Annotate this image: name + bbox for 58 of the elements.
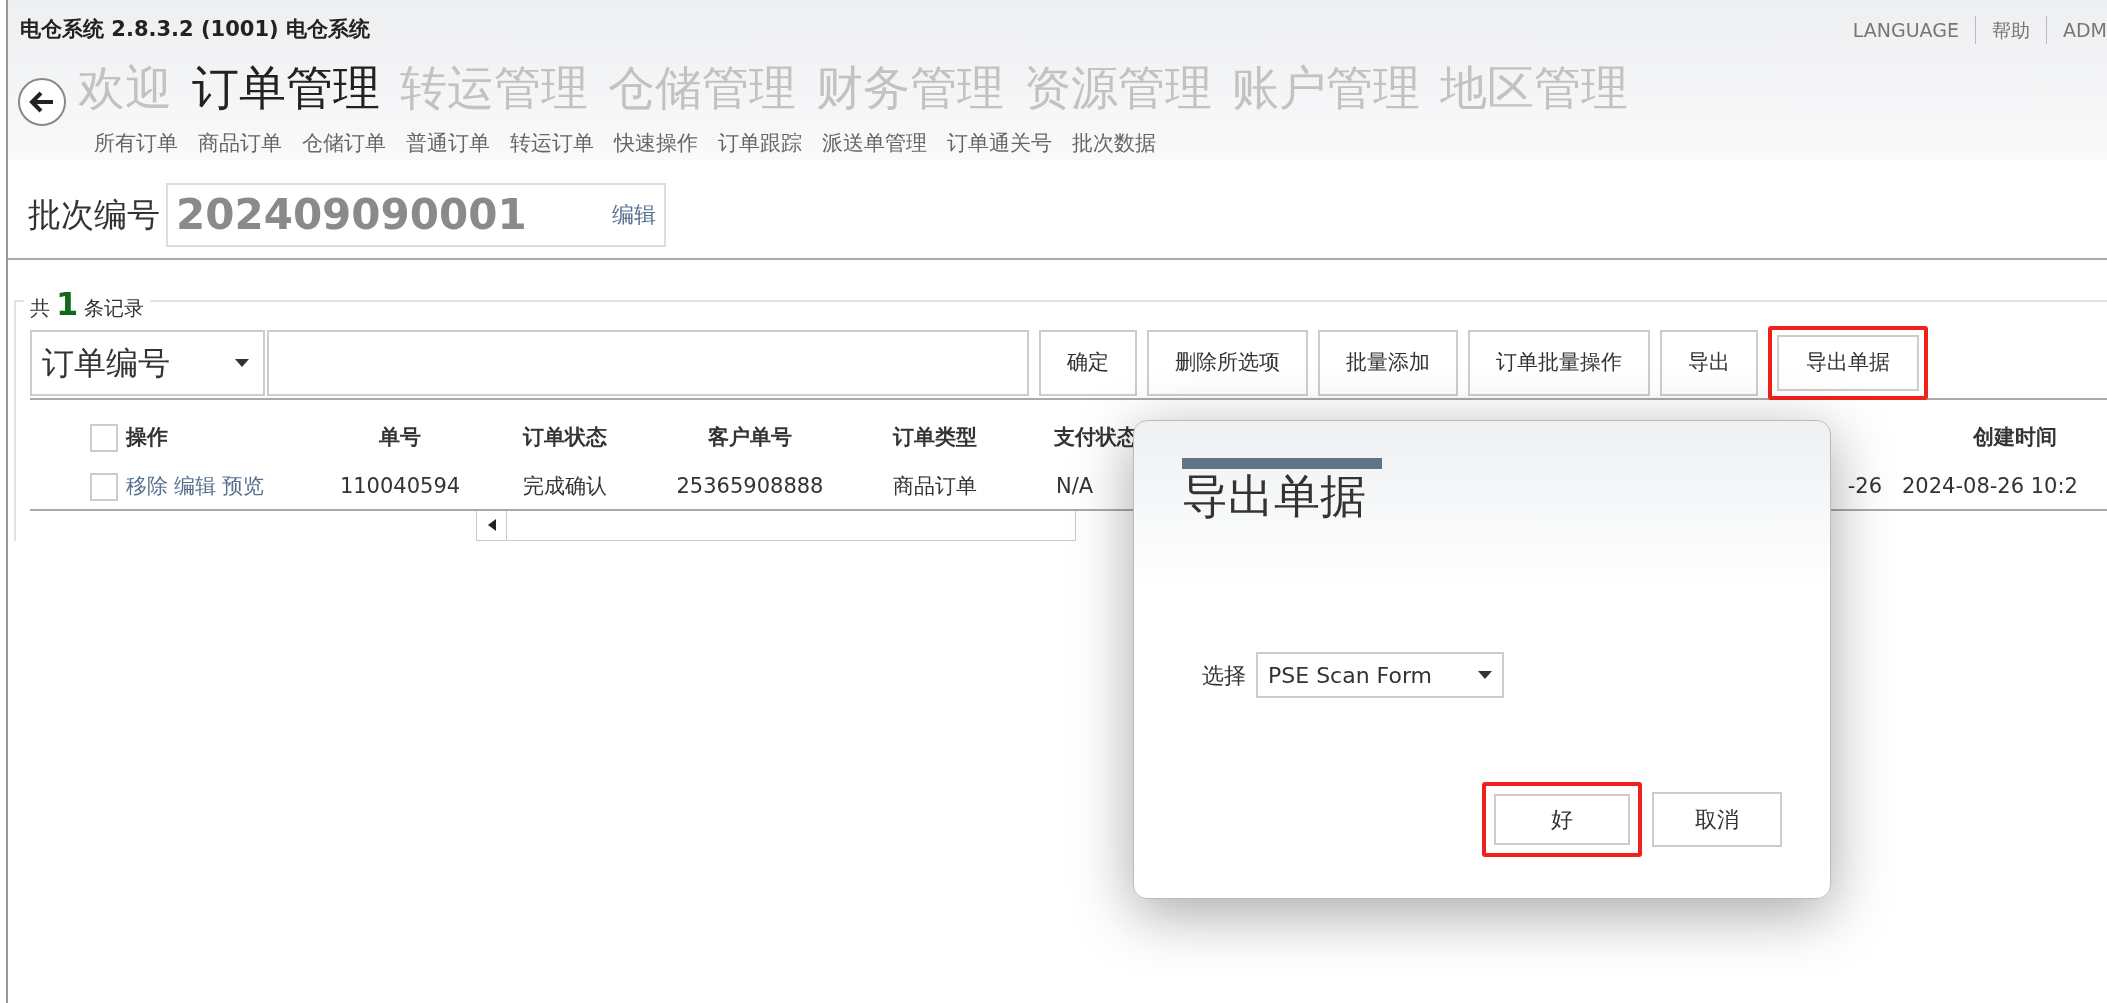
column-header: 客户单号 (708, 424, 792, 449)
subnav-link[interactable]: 派送单管理 (822, 128, 927, 160)
column-header: 操作 (126, 424, 168, 449)
subnav-link[interactable]: 订单跟踪 (718, 128, 802, 160)
subnav-link[interactable]: 商品订单 (198, 128, 282, 160)
table-cell: 2024-08-26 10:2 (1902, 474, 2078, 499)
dialog-title: 导出单据 (1182, 469, 1367, 525)
edit-link[interactable]: 编辑 (612, 198, 656, 231)
header-link[interactable]: LANGUAGE (1836, 15, 1975, 45)
toolbar-button[interactable]: 导出单据 (1768, 325, 1928, 400)
subnav-link[interactable]: 批次数据 (1072, 128, 1156, 160)
field-select[interactable]: 订单编号 (30, 329, 265, 396)
subnav-link[interactable]: 快速操作 (614, 128, 698, 160)
subnav-link[interactable]: 普通订单 (406, 128, 490, 160)
checkbox[interactable] (90, 473, 118, 502)
checkbox[interactable] (90, 423, 118, 452)
table-cell: 商品订单 (893, 474, 977, 499)
subnav-link[interactable]: 转运订单 (510, 128, 594, 160)
column-header: 订单状态 (523, 424, 607, 449)
subnav-link[interactable]: 仓储订单 (302, 128, 386, 160)
caret-icon (1478, 671, 1492, 680)
record-count-label: 条记录 (84, 294, 145, 321)
column-header: 订单类型 (893, 424, 977, 449)
subnav-link[interactable]: 所有订单 (94, 128, 178, 160)
action-link[interactable]: 移除 (126, 471, 168, 503)
window-title: 电仓系统 2.8.3.2 (1001) 电仓系统 (20, 16, 370, 44)
column-header: 创建时间 (1973, 424, 2057, 449)
table-cell: -26 (1847, 474, 1882, 499)
toolbar-button[interactable]: 确定 (1039, 329, 1137, 396)
table-cell: 110040594 (339, 474, 461, 499)
back-button[interactable] (18, 78, 66, 126)
dialog-button[interactable]: 好 (1482, 782, 1642, 858)
batch-label: 批次编号 (28, 193, 160, 236)
header-link[interactable]: 帮助 (1974, 15, 2046, 45)
dialog-button[interactable]: 取消 (1652, 792, 1782, 848)
nav-tab[interactable]: 订单管理 (192, 60, 380, 117)
toolbar-button[interactable]: 删除所选项 (1147, 329, 1308, 396)
left-triangle-icon (487, 519, 496, 531)
subnav-link[interactable]: 订单通关号 (947, 128, 1052, 160)
table-cell: 25365908888 (676, 474, 824, 499)
table-cell: 完成确认 (523, 474, 607, 499)
back-arrow-icon (29, 91, 55, 113)
toolbar-button[interactable]: 导出 (1660, 329, 1758, 396)
record-count: 1 (56, 283, 79, 324)
form-select[interactable]: PSE Scan Form (1256, 652, 1504, 699)
header-link[interactable]: ADM (2045, 15, 2107, 45)
toolbar-button[interactable]: 批量添加 (1318, 329, 1458, 396)
horizontal-scrollbar[interactable] (476, 510, 1076, 541)
select-label: 选择 (1202, 661, 1246, 690)
search-field[interactable] (267, 329, 1029, 396)
table-cell: N/A (1056, 474, 1094, 499)
column-header: 单号 (379, 424, 421, 449)
action-link[interactable]: 编辑 (174, 471, 216, 503)
caret-icon (235, 358, 249, 367)
action-link[interactable]: 预览 (222, 471, 264, 503)
toolbar-button[interactable]: 订单批量操作 (1468, 329, 1650, 396)
record-count-label: 共 (30, 294, 50, 321)
batch-number: 202409090001 (176, 189, 527, 241)
